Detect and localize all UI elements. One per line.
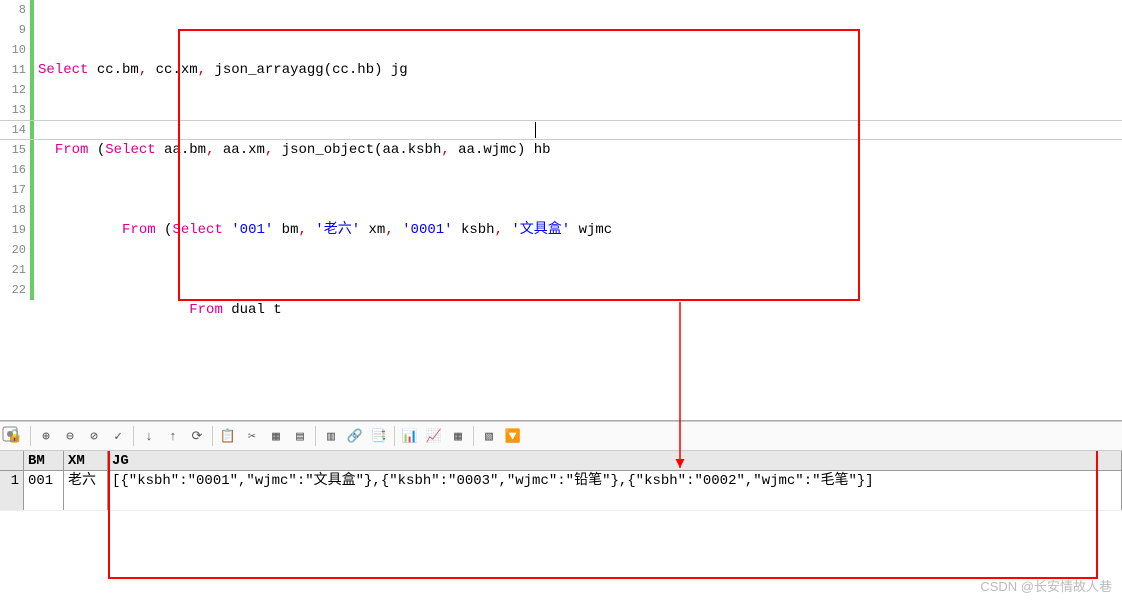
col-header-bm[interactable]: BM	[24, 451, 64, 470]
toolbar-separator	[30, 426, 31, 446]
table-row[interactable]: 1 001 老六 [{"ksbh":"0001","wjmc":"文具盒"},{…	[0, 471, 1122, 511]
code-line: From dual t	[38, 300, 1122, 320]
cell-xm[interactable]: 老六	[64, 471, 108, 510]
toolbar-button[interactable]: ⟳	[188, 427, 206, 445]
toolbar-button[interactable]: ↓	[140, 427, 158, 445]
line-gutter: 8910111213141516171819202122	[0, 0, 30, 300]
toolbar-separator	[315, 426, 316, 446]
toolbar-button[interactable]: ↑	[164, 427, 182, 445]
toolbar-button[interactable]: ▥	[322, 427, 340, 445]
line-number: 12	[0, 80, 26, 100]
toolbar-button[interactable]: ⊘	[85, 427, 103, 445]
toolbar-separator	[212, 426, 213, 446]
line-number: 17	[0, 180, 26, 200]
toolbar-button[interactable]: ⊖	[61, 427, 79, 445]
change-marker	[30, 0, 34, 300]
row-header-blank	[0, 451, 24, 470]
line-number: 10	[0, 40, 26, 60]
row-number: 1	[0, 471, 24, 510]
code-area[interactable]: Select cc.bm, cc.xm, json_arrayagg(cc.hb…	[38, 0, 1122, 421]
line-number: 16	[0, 160, 26, 180]
line-number: 15	[0, 140, 26, 160]
code-line	[38, 380, 1122, 400]
toolbar-button[interactable]: 🔽	[504, 427, 522, 445]
line-number: 18	[0, 200, 26, 220]
toolbar-button[interactable]: ⊕	[37, 427, 55, 445]
col-header-jg[interactable]: JG	[108, 451, 1122, 470]
code-line: From (Select aa.bm, aa.xm, json_object(a…	[38, 140, 1122, 160]
toolbar-button[interactable]: 🔗	[346, 427, 364, 445]
line-number: 9	[0, 20, 26, 40]
col-header-xm[interactable]: XM	[64, 451, 108, 470]
cell-bm[interactable]: 001	[24, 471, 64, 510]
toolbar-separator	[133, 426, 134, 446]
toolbar-separator	[473, 426, 474, 446]
toolbar-button[interactable]: ▧	[480, 427, 498, 445]
toolbar-separator	[394, 426, 395, 446]
line-number: 11	[0, 60, 26, 80]
results-header: BM XM JG	[0, 451, 1122, 471]
toolbar-button[interactable]: ✓	[109, 427, 127, 445]
toolbar-button[interactable]: ▦	[449, 427, 467, 445]
line-number: 14	[0, 120, 26, 140]
line-number: 8	[0, 0, 26, 20]
toolbar-button[interactable]: 📋	[219, 427, 237, 445]
toolbar-button[interactable]: 📊	[401, 427, 419, 445]
line-number: 22	[0, 280, 26, 300]
toolbar-button[interactable]: 📑	[370, 427, 388, 445]
results-grid[interactable]: BM XM JG 1 001 老六 [{"ksbh":"0001","wjmc"…	[0, 451, 1122, 601]
line-number: 13	[0, 100, 26, 120]
results-toolbar: 🔒⊕⊖⊘✓↓↑⟳📋✂▦▤▥🔗📑📊📈▦▧🔽	[0, 421, 1122, 451]
watermark: CSDN @长安情故人巷	[980, 576, 1112, 595]
line-number: 19	[0, 220, 26, 240]
breakpoint-icon	[2, 426, 20, 444]
line-number: 20	[0, 240, 26, 260]
toolbar-button[interactable]: ▦	[267, 427, 285, 445]
toolbar-button[interactable]: ▤	[291, 427, 309, 445]
toolbar-button[interactable]: ✂	[243, 427, 261, 445]
toolbar-button[interactable]: 📈	[425, 427, 443, 445]
sql-editor[interactable]: 8910111213141516171819202122 Select cc.b…	[0, 0, 1122, 421]
cell-jg[interactable]: [{"ksbh":"0001","wjmc":"文具盒"},{"ksbh":"0…	[108, 471, 1122, 510]
code-line: From (Select '001' bm, '老六' xm, '0001' k…	[38, 220, 1122, 240]
line-number: 21	[0, 260, 26, 280]
code-line: Select cc.bm, cc.xm, json_arrayagg(cc.hb…	[38, 60, 1122, 80]
